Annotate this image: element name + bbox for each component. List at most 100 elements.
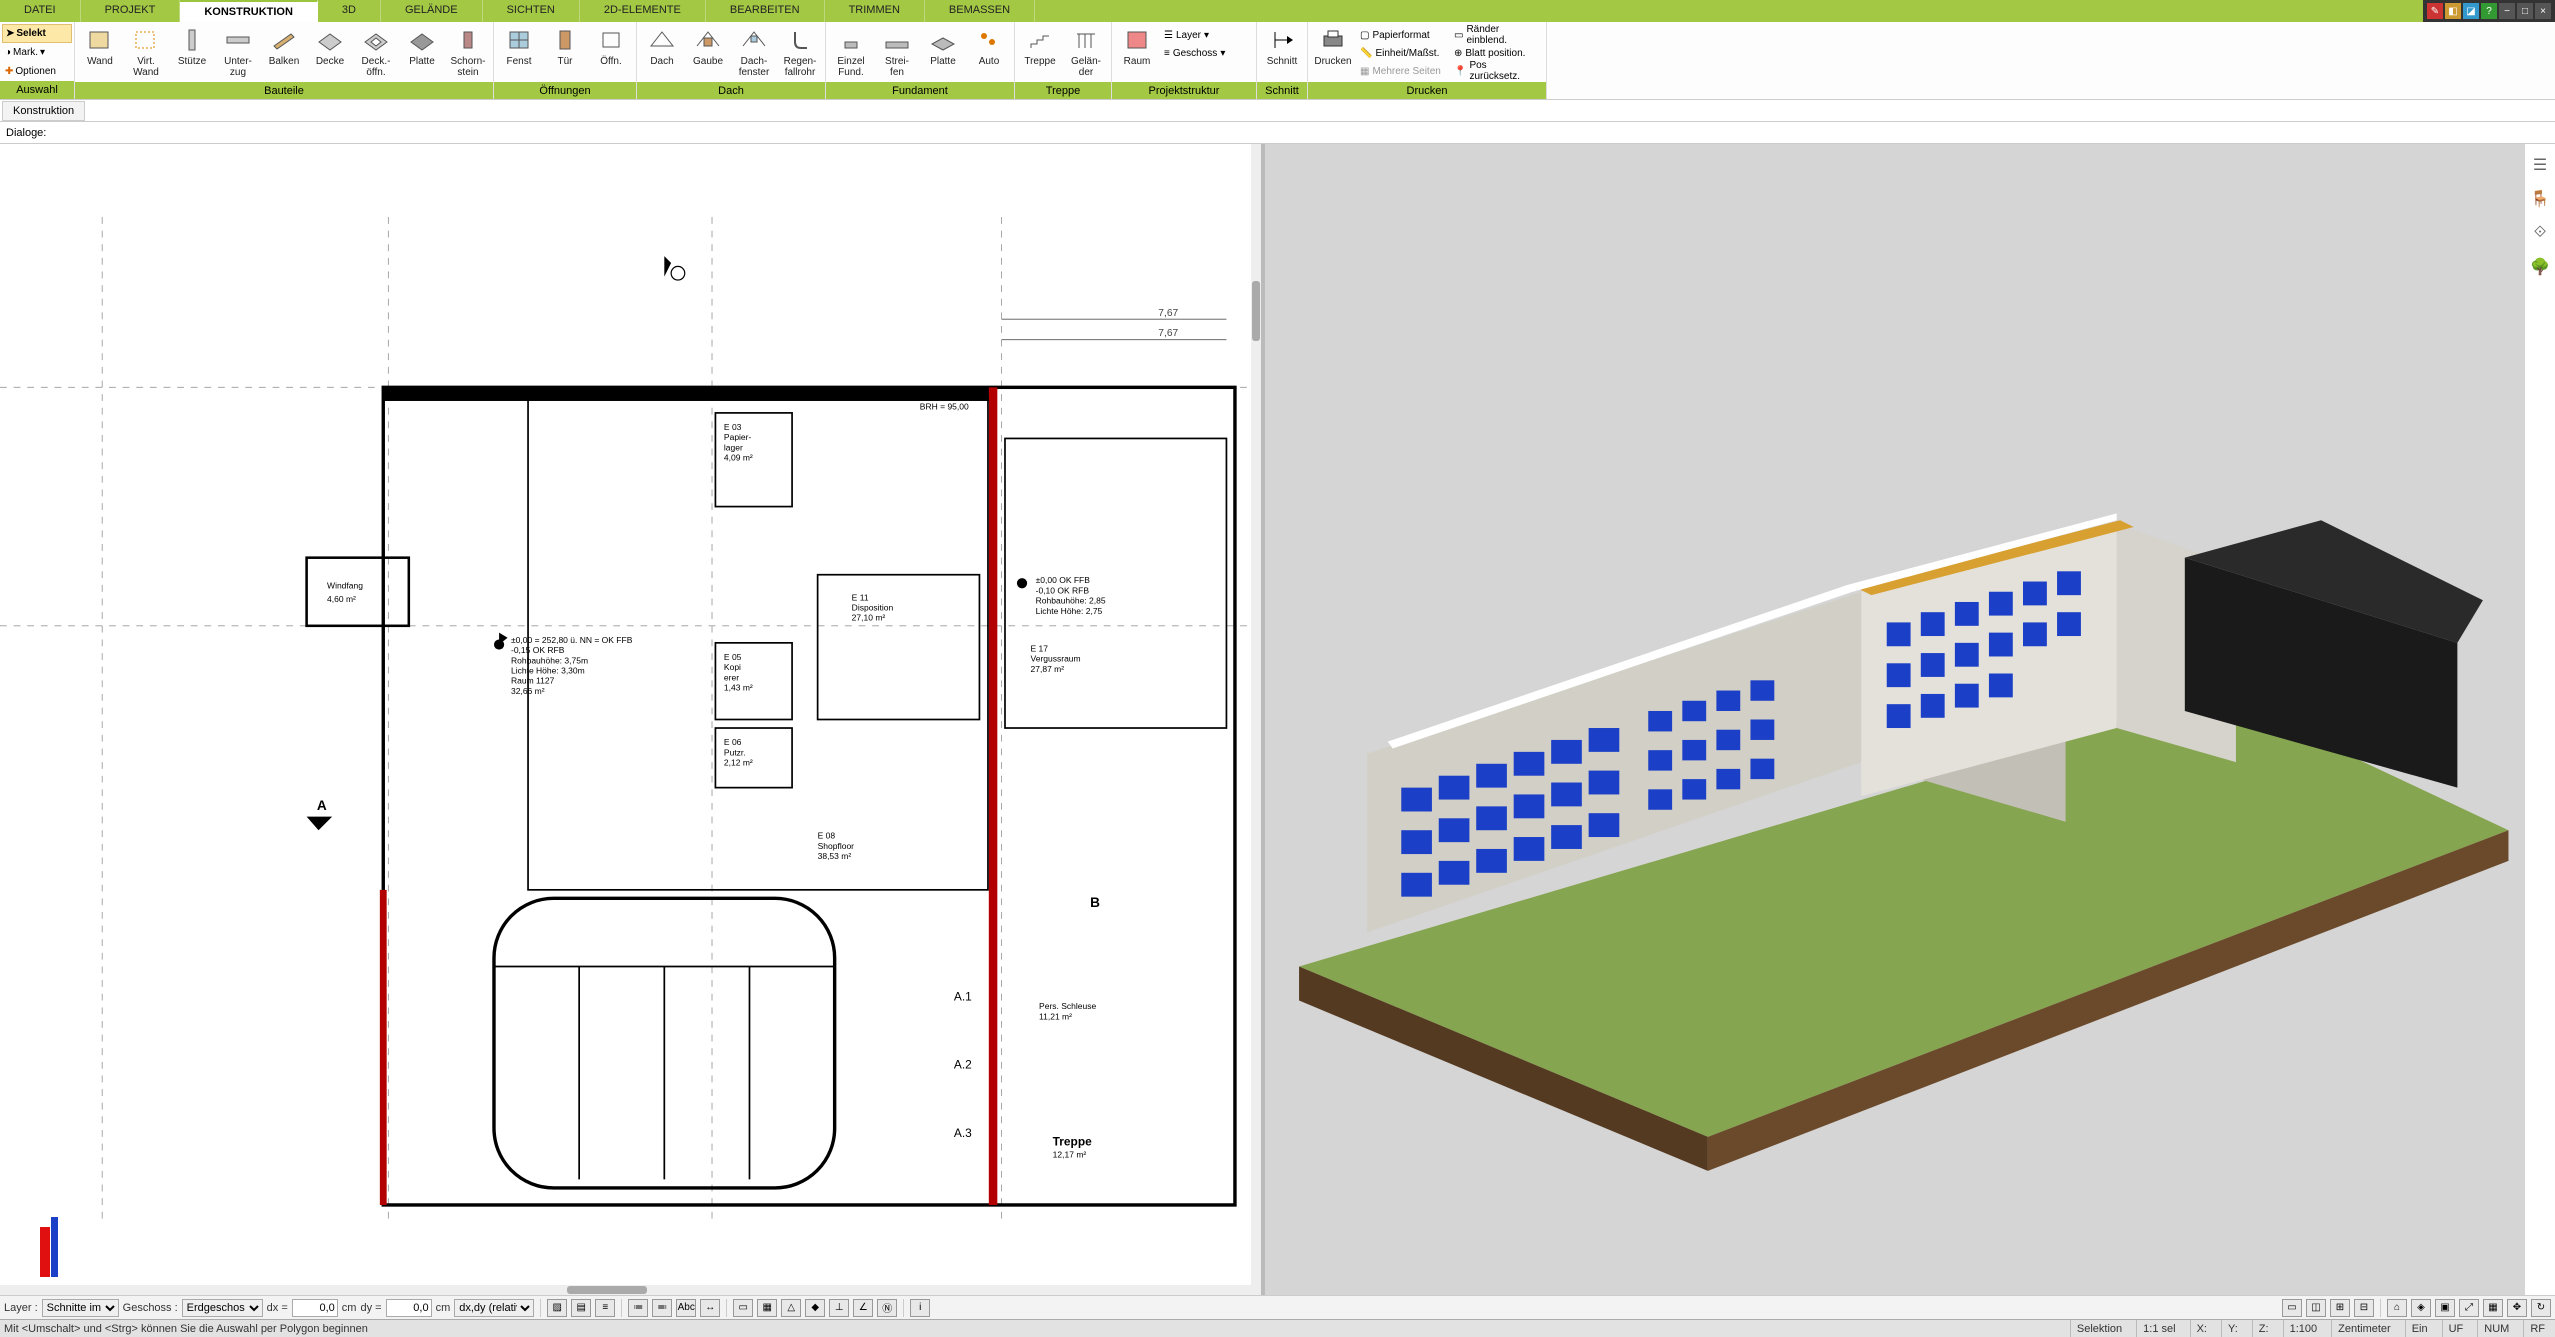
- treppe-button[interactable]: Treppe: [1017, 24, 1063, 82]
- optionen-button[interactable]: ✚Optionen: [2, 62, 72, 81]
- 3d-view[interactable]: [1265, 144, 2526, 1295]
- tab-datei[interactable]: DATEI: [0, 0, 81, 22]
- unterzug-button[interactable]: Unter-zug: [215, 24, 261, 82]
- view-2-icon[interactable]: ◫: [2306, 1299, 2326, 1317]
- schornstein-button[interactable]: Schorn-stein: [445, 24, 491, 82]
- pan-icon[interactable]: ✥: [2507, 1299, 2527, 1317]
- tree-icon[interactable]: 🌳: [2529, 256, 2551, 278]
- oeffnung-button[interactable]: Öffn.: [588, 24, 634, 82]
- 2d-view[interactable]: Windfang 4,60 m² E 03 Papier- lager 4,09…: [0, 144, 1265, 1295]
- gaube-button[interactable]: Gaube: [685, 24, 731, 82]
- layers-panel-icon[interactable]: ☰: [2529, 154, 2551, 176]
- dx-input[interactable]: [292, 1299, 338, 1317]
- platte-button[interactable]: Platte: [399, 24, 445, 82]
- plus-icon: ✚: [5, 66, 13, 77]
- dach-button[interactable]: Dach: [639, 24, 685, 82]
- tab-2d-elemente[interactable]: 2D-ELEMENTE: [580, 0, 706, 22]
- fenster-button[interactable]: Fenst: [496, 24, 542, 82]
- align-center-icon[interactable]: ≕: [652, 1299, 672, 1317]
- tab-bearbeiten[interactable]: BEARBEITEN: [706, 0, 825, 22]
- ortho-icon[interactable]: ⊥: [829, 1299, 849, 1317]
- info-icon[interactable]: i: [910, 1299, 930, 1317]
- align-left-icon[interactable]: ≔: [628, 1299, 648, 1317]
- tab-3d[interactable]: 3D: [318, 0, 381, 22]
- balken-button[interactable]: Balken: [261, 24, 307, 82]
- view-1-icon[interactable]: ▭: [2282, 1299, 2302, 1317]
- persp-icon[interactable]: ▣: [2435, 1299, 2455, 1317]
- mark-button[interactable]: ◑Mark. ▾: [2, 43, 72, 62]
- tab-konstruktion[interactable]: KONSTRUKTION: [180, 0, 318, 22]
- snap-icon[interactable]: ◆: [805, 1299, 825, 1317]
- iso-icon[interactable]: ◈: [2411, 1299, 2431, 1317]
- beam-icon: [223, 26, 253, 54]
- minimize-icon[interactable]: −: [2499, 3, 2515, 19]
- dachfenster-button[interactable]: Dach-fenster: [731, 24, 777, 82]
- tab-sichten[interactable]: SICHTEN: [483, 0, 580, 22]
- schnitt-button[interactable]: Schnitt: [1259, 24, 1305, 82]
- tab-bemassen[interactable]: BEMASSEN: [925, 0, 1035, 22]
- geschoss-button[interactable]: ≡Geschoss ▾: [1162, 44, 1252, 62]
- raender-button[interactable]: ▭Ränder einblend.: [1452, 26, 1542, 44]
- decke-button[interactable]: Decke: [307, 24, 353, 82]
- einzel-fund-button[interactable]: EinzelFund.: [828, 24, 874, 82]
- auto-fund-button[interactable]: Auto: [966, 24, 1012, 82]
- 2d-vscroll[interactable]: [1251, 144, 1261, 1285]
- hatch-1-icon[interactable]: ▨: [547, 1299, 567, 1317]
- platte-fund-button[interactable]: Platte: [920, 24, 966, 82]
- app-icon-3[interactable]: ◪: [2463, 3, 2479, 19]
- zoom-view-icon[interactable]: ▦: [2483, 1299, 2503, 1317]
- document-tab[interactable]: Konstruktion: [2, 101, 85, 121]
- tab-trimmen[interactable]: TRIMMEN: [825, 0, 925, 22]
- hatch-2-icon[interactable]: ▤: [571, 1299, 591, 1317]
- deckoeffn-button[interactable]: Deck.-öffn.: [353, 24, 399, 82]
- close-icon[interactable]: ×: [2535, 3, 2551, 19]
- mirror-icon[interactable]: △: [781, 1299, 801, 1317]
- view-3-icon[interactable]: ⊞: [2330, 1299, 2350, 1317]
- dy-input[interactable]: [386, 1299, 432, 1317]
- maximize-icon[interactable]: □: [2517, 3, 2533, 19]
- zoom-fit-icon[interactable]: ⤢: [2459, 1299, 2479, 1317]
- geschoss-select[interactable]: Erdgeschos: [182, 1299, 263, 1317]
- drucken-button[interactable]: Drucken: [1310, 24, 1356, 82]
- layer-label: Layer :: [4, 1302, 38, 1314]
- tuer-button[interactable]: Tür: [542, 24, 588, 82]
- wand-button[interactable]: Wand: [77, 24, 123, 82]
- pos-reset-button[interactable]: 📍Pos zurücksetz.: [1452, 62, 1542, 80]
- raum-button[interactable]: Raum: [1114, 24, 1160, 82]
- regenrohr-button[interactable]: Regen-fallrohr: [777, 24, 823, 82]
- tab-gelaende[interactable]: GELÄNDE: [381, 0, 483, 22]
- selekt-button[interactable]: ➤Selekt: [2, 24, 72, 43]
- grid-icon[interactable]: ▦: [757, 1299, 777, 1317]
- dim-icon[interactable]: ↔: [700, 1299, 720, 1317]
- navigate-icon[interactable]: ⟐: [2529, 222, 2551, 244]
- text-icon[interactable]: Abc: [676, 1299, 696, 1317]
- group-schnitt-label: Schnitt: [1257, 82, 1307, 99]
- papierformat-button[interactable]: ▢Papierformat: [1358, 26, 1448, 44]
- streifen-fund-button[interactable]: Strei-fen: [874, 24, 920, 82]
- stuetze-button[interactable]: Stütze: [169, 24, 215, 82]
- room-icon: [1122, 26, 1152, 54]
- virt-wand-button[interactable]: Virt.Wand: [123, 24, 169, 82]
- app-icon-2[interactable]: ◧: [2445, 3, 2461, 19]
- view-4-icon[interactable]: ⊟: [2354, 1299, 2374, 1317]
- app-icon[interactable]: ✎: [2427, 3, 2443, 19]
- refresh-icon[interactable]: ↻: [2531, 1299, 2551, 1317]
- layer-select[interactable]: Schnitte im: [42, 1299, 119, 1317]
- einheit-button[interactable]: 📏Einheit/Maßst.: [1358, 44, 1448, 62]
- mehrere-seiten-button[interactable]: ▦Mehrere Seiten: [1358, 62, 1448, 80]
- n-icon[interactable]: Ⓝ: [877, 1299, 897, 1317]
- svg-text:Raum 1127: Raum 1127: [511, 676, 555, 686]
- gelaender-button[interactable]: Gelän-der: [1063, 24, 1109, 82]
- print-icon: [1318, 26, 1348, 54]
- rect-icon[interactable]: ▭: [733, 1299, 753, 1317]
- angle-icon[interactable]: ∠: [853, 1299, 873, 1317]
- rel-select[interactable]: dx,dy (relativ ka: [454, 1299, 534, 1317]
- furniture-icon[interactable]: 🪑: [2529, 188, 2551, 210]
- help-icon[interactable]: ?: [2481, 3, 2497, 19]
- camera-icon[interactable]: ⌂: [2387, 1299, 2407, 1317]
- svg-text:2,12 m²: 2,12 m²: [724, 757, 753, 767]
- hatch-3-icon[interactable]: ≡: [595, 1299, 615, 1317]
- layer-button[interactable]: ☰Layer ▾: [1162, 26, 1252, 44]
- tab-projekt[interactable]: PROJEKT: [81, 0, 181, 22]
- 2d-hscroll[interactable]: [0, 1285, 1261, 1295]
